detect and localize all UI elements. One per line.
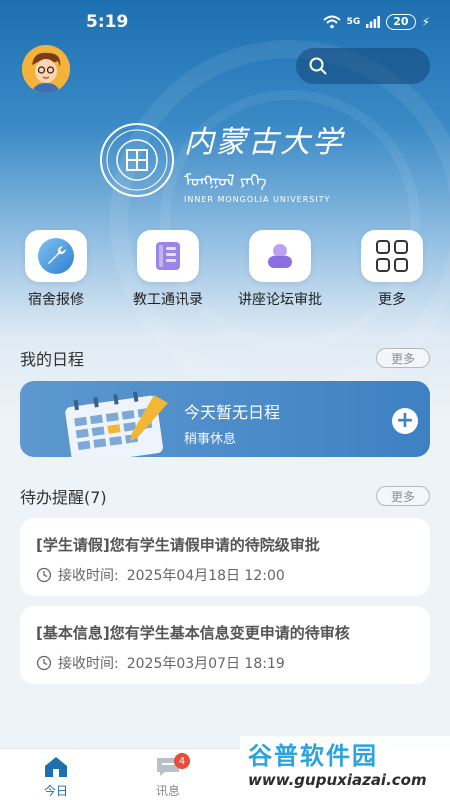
todo-item-title: [基本信息]您有学生基本信息变更申请的待审核 bbox=[36, 624, 350, 642]
schedule-card[interactable]: 今天暂无日程 稍事休息 + bbox=[20, 381, 430, 457]
app-label: 更多 bbox=[378, 292, 406, 308]
university-logo: 内蒙古大学 ᠮᠣᠩᠭᠣᠯ ᠶᠡᠬᠡ INNER MONGOLIA UNIVERS… bbox=[100, 120, 360, 204]
app-more[interactable]: 更多 bbox=[336, 230, 448, 309]
app-staff-directory[interactable]: 教工通讯录 bbox=[112, 230, 224, 309]
watermark-url: www.gupuxiazai.com bbox=[248, 771, 427, 789]
logo-chinese: 内蒙古大学 bbox=[184, 124, 344, 160]
schedule-empty-state: 今天暂无日程 稍事休息 bbox=[184, 399, 280, 447]
search-icon bbox=[309, 57, 327, 75]
search-button[interactable] bbox=[296, 48, 430, 84]
home-icon bbox=[45, 757, 67, 777]
todo-time-label: 接收时间: bbox=[58, 568, 119, 584]
status-bar: 5:19 5G 20 ⚡ bbox=[0, 0, 450, 44]
todo-item[interactable]: [基本信息]您有学生基本信息变更申请的待审核 接收时间: 2025年03月07日… bbox=[20, 606, 430, 684]
status-icons: 5G 20 ⚡ bbox=[322, 14, 430, 30]
approval-icon bbox=[249, 230, 311, 282]
todo-more-button[interactable]: 更多 bbox=[376, 486, 430, 506]
quick-apps: 宿舍报修 教工通讯录 讲座论坛审批 更多 bbox=[0, 230, 450, 309]
schedule-section-title: 我的日程 bbox=[20, 350, 85, 369]
signal-icon bbox=[366, 16, 381, 28]
schedule-more-button[interactable]: 更多 bbox=[376, 348, 430, 368]
todo-item-title: [学生请假]您有学生请假申请的待院级审批 bbox=[36, 536, 320, 554]
clock-icon bbox=[36, 655, 52, 671]
todo-time-value: 2025年04月18日 12:00 bbox=[126, 568, 285, 584]
todo-time-value: 2025年03月07日 18:19 bbox=[126, 656, 285, 672]
logo-mongolian: ᠮᠣᠩᠭᠣᠯ ᠶᠡᠬᠡ bbox=[184, 170, 267, 190]
status-time: 5:19 bbox=[86, 12, 129, 32]
app-label: 教工通讯录 bbox=[133, 292, 203, 308]
schedule-empty-title: 今天暂无日程 bbox=[184, 403, 281, 422]
site-watermark: 谷普软件园 www.gupuxiazai.com bbox=[240, 736, 450, 800]
app-lecture-approval[interactable]: 讲座论坛审批 bbox=[224, 230, 336, 309]
network-type: 5G bbox=[346, 17, 361, 27]
message-count-badge: 4 bbox=[174, 753, 190, 769]
todo-item[interactable]: [学生请假]您有学生请假申请的待院级审批 接收时间: 2025年04月18日 1… bbox=[20, 518, 430, 596]
todo-item-time: 接收时间: 2025年04月18日 12:00 bbox=[36, 565, 414, 585]
calendar-icon bbox=[65, 391, 168, 457]
address-book-icon bbox=[137, 230, 199, 282]
todo-section-title: 待办提醒(7) bbox=[20, 488, 107, 507]
wifi-icon bbox=[322, 15, 341, 29]
logo-english: INNER MONGOLIA UNIVERSITY bbox=[184, 194, 331, 204]
university-seal-icon bbox=[100, 123, 174, 197]
todo-item-time: 接收时间: 2025年03月07日 18:19 bbox=[36, 653, 414, 673]
avatar-illustration-icon bbox=[22, 45, 70, 93]
tab-messages[interactable]: 4 讯息 bbox=[138, 753, 198, 799]
app-label: 宿舍报修 bbox=[28, 292, 84, 308]
app-label: 讲座论坛审批 bbox=[238, 292, 322, 308]
grid-icon bbox=[361, 230, 423, 282]
tab-label: 讯息 bbox=[155, 784, 180, 798]
tab-today[interactable]: 今日 bbox=[26, 755, 86, 799]
user-avatar[interactable] bbox=[22, 45, 70, 93]
plus-icon: + bbox=[395, 408, 415, 433]
battery-indicator: 20 bbox=[386, 14, 416, 30]
charging-icon: ⚡ bbox=[421, 15, 430, 29]
watermark-name: 谷普软件园 bbox=[248, 742, 378, 770]
clock-icon bbox=[36, 567, 52, 583]
schedule-empty-subtitle: 稍事休息 bbox=[184, 432, 237, 447]
wrench-icon bbox=[25, 230, 87, 282]
app-dorm-repair[interactable]: 宿舍报修 bbox=[0, 230, 112, 309]
add-schedule-button[interactable]: + bbox=[392, 408, 418, 434]
tab-label: 今日 bbox=[43, 784, 68, 798]
todo-time-label: 接收时间: bbox=[58, 656, 119, 672]
logo-text: 内蒙古大学 ᠮᠣᠩᠭᠣᠯ ᠶᠡᠬᠡ INNER MONGOLIA UNIVERS… bbox=[184, 117, 344, 204]
